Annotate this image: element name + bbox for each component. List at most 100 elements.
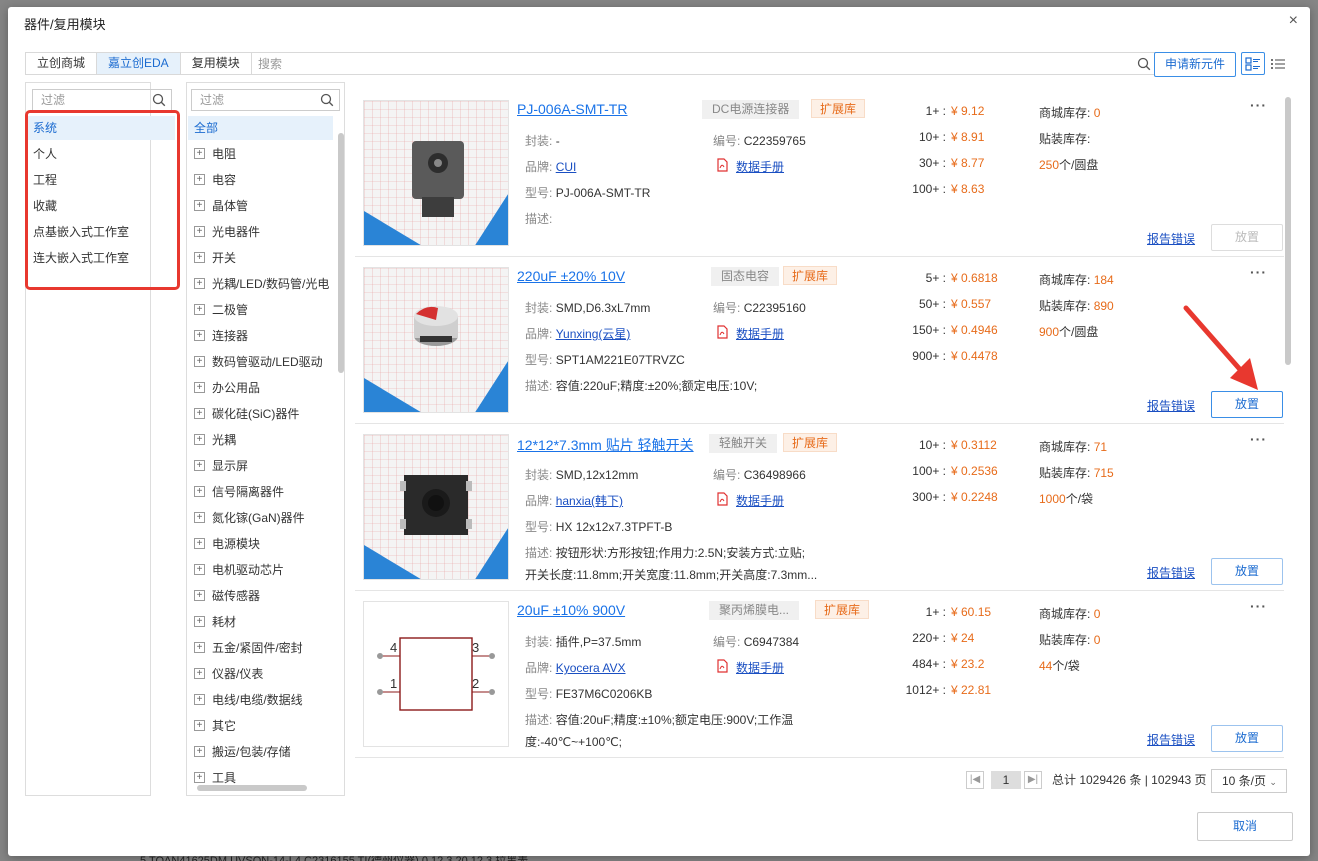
- part-name-link[interactable]: PJ-006A-SMT-TR: [517, 101, 627, 117]
- search-input[interactable]: [246, 53, 1159, 74]
- report-error-link[interactable]: 报告错误: [1147, 397, 1195, 414]
- part-name-link[interactable]: 20uF ±10% 900V: [517, 602, 625, 618]
- tab-reuse-module[interactable]: 复用模块: [181, 53, 252, 74]
- expand-icon[interactable]: +: [194, 616, 205, 627]
- place-button[interactable]: 放置: [1211, 391, 1283, 418]
- category-hscrollbar[interactable]: [197, 785, 307, 791]
- category-item-all[interactable]: 全部: [188, 116, 333, 140]
- category-item[interactable]: + 光耦/LED/数码管/光电: [188, 272, 333, 296]
- expand-icon[interactable]: +: [194, 278, 205, 289]
- part-name-link[interactable]: 220uF ±20% 10V: [517, 268, 625, 284]
- part-thumbnail[interactable]: [363, 434, 509, 580]
- expand-icon[interactable]: +: [194, 226, 205, 237]
- library-item-personal[interactable]: 个人: [27, 142, 177, 166]
- library-item-team-2[interactable]: 连大嵌入式工作室: [27, 246, 177, 270]
- expand-icon[interactable]: +: [194, 460, 205, 471]
- category-item[interactable]: + 电机驱动芯片: [188, 558, 333, 582]
- more-options-icon[interactable]: ···: [1250, 598, 1267, 614]
- place-button[interactable]: 放置: [1211, 224, 1283, 251]
- category-item[interactable]: + 光耦: [188, 428, 333, 452]
- report-error-link[interactable]: 报告错误: [1147, 230, 1195, 247]
- expand-icon[interactable]: +: [194, 486, 205, 497]
- current-page[interactable]: 1: [991, 771, 1021, 789]
- tab-lcsc[interactable]: 立创商城: [26, 53, 98, 74]
- expand-icon[interactable]: +: [194, 252, 205, 263]
- category-item[interactable]: + 数码管驱动/LED驱动: [188, 350, 333, 374]
- report-error-link[interactable]: 报告错误: [1147, 731, 1195, 748]
- category-item[interactable]: + 磁传感器: [188, 584, 333, 608]
- library-filter-input[interactable]: [33, 90, 171, 110]
- category-item[interactable]: + 开关: [188, 246, 333, 270]
- category-item[interactable]: + 氮化镓(GaN)器件: [188, 506, 333, 530]
- part-card[interactable]: 220uF ±20% 10V 固态电容 扩展库 封装: SMD,D6.3xL7m…: [355, 259, 1284, 424]
- close-icon[interactable]: ×: [1289, 12, 1298, 30]
- more-options-icon[interactable]: ···: [1250, 431, 1267, 447]
- expand-icon[interactable]: +: [194, 564, 205, 575]
- category-item[interactable]: + 办公用品: [188, 376, 333, 400]
- library-item-project[interactable]: 工程: [27, 168, 177, 192]
- library-item-favorites[interactable]: 收藏: [27, 194, 177, 218]
- part-card[interactable]: 4 3 1 2 20uF ±10% 900V 聚丙烯膜电... 扩展库 封装: 插件,…: [355, 593, 1284, 758]
- expand-icon[interactable]: +: [194, 304, 205, 315]
- next-page-button[interactable]: ▶|: [1024, 771, 1042, 789]
- category-item[interactable]: + 二极管: [188, 298, 333, 322]
- category-item[interactable]: + 耗材: [188, 610, 333, 634]
- category-item[interactable]: + 连接器: [188, 324, 333, 348]
- expand-icon[interactable]: +: [194, 148, 205, 159]
- category-item[interactable]: + 仪器/仪表: [188, 662, 333, 686]
- category-item[interactable]: + 碳化硅(SiC)器件: [188, 402, 333, 426]
- expand-icon[interactable]: +: [194, 200, 205, 211]
- library-item-team-1[interactable]: 点基嵌入式工作室: [27, 220, 177, 244]
- report-error-link[interactable]: 报告错误: [1147, 564, 1195, 581]
- more-options-icon[interactable]: ···: [1250, 97, 1267, 113]
- expand-icon[interactable]: +: [194, 408, 205, 419]
- expand-icon[interactable]: +: [194, 174, 205, 185]
- brand-link[interactable]: CUI: [556, 160, 577, 174]
- more-options-icon[interactable]: ···: [1250, 264, 1267, 280]
- results-scrollbar[interactable]: [1285, 97, 1291, 365]
- place-button[interactable]: 放置: [1211, 725, 1283, 752]
- search-icon[interactable]: [1137, 57, 1151, 71]
- category-item[interactable]: + 五金/紧固件/密封: [188, 636, 333, 660]
- tab-jlc-eda[interactable]: 嘉立创EDA: [97, 53, 181, 74]
- category-item[interactable]: + 光电器件: [188, 220, 333, 244]
- apply-new-component-button[interactable]: 申请新元件: [1154, 52, 1236, 77]
- part-name-link[interactable]: 12*12*7.3mm 贴片 轻触开关: [517, 435, 694, 455]
- category-item[interactable]: + 电线/电缆/数据线: [188, 688, 333, 712]
- category-item[interactable]: + 电容: [188, 168, 333, 192]
- expand-icon[interactable]: +: [194, 590, 205, 601]
- category-item[interactable]: + 搬运/包装/存储: [188, 740, 333, 764]
- category-item[interactable]: + 信号隔离器件: [188, 480, 333, 504]
- expand-icon[interactable]: +: [194, 694, 205, 705]
- expand-icon[interactable]: +: [194, 772, 205, 783]
- list-view-icon[interactable]: [1267, 52, 1289, 75]
- card-view-icon[interactable]: [1241, 52, 1265, 75]
- datasheet-link[interactable]: 数据手册: [736, 158, 784, 175]
- expand-icon[interactable]: +: [194, 356, 205, 367]
- cancel-button[interactable]: 取消: [1197, 812, 1293, 841]
- category-item[interactable]: + 显示屏: [188, 454, 333, 478]
- place-button[interactable]: 放置: [1211, 558, 1283, 585]
- category-item[interactable]: + 其它: [188, 714, 333, 738]
- expand-icon[interactable]: +: [194, 538, 205, 549]
- prev-page-button[interactable]: |◀: [966, 771, 984, 789]
- expand-icon[interactable]: +: [194, 746, 205, 757]
- library-item-system[interactable]: 系统: [27, 116, 175, 140]
- category-item[interactable]: + 电源模块: [188, 532, 333, 556]
- expand-icon[interactable]: +: [194, 512, 205, 523]
- part-thumbnail[interactable]: [363, 100, 509, 246]
- expand-icon[interactable]: +: [194, 642, 205, 653]
- category-scrollbar[interactable]: [338, 133, 344, 373]
- expand-icon[interactable]: +: [194, 720, 205, 731]
- datasheet-link[interactable]: 数据手册: [736, 492, 784, 509]
- part-thumbnail[interactable]: 4 3 1 2: [363, 601, 509, 747]
- datasheet-link[interactable]: 数据手册: [736, 325, 784, 342]
- category-filter-input[interactable]: [192, 90, 339, 110]
- part-card[interactable]: 12*12*7.3mm 贴片 轻触开关 轻触开关 扩展库 封装: SMD,12x…: [355, 426, 1284, 591]
- part-card[interactable]: PJ-006A-SMT-TR DC电源连接器 扩展库 封装: - 品牌: CUI…: [355, 92, 1284, 257]
- expand-icon[interactable]: +: [194, 434, 205, 445]
- expand-icon[interactable]: +: [194, 330, 205, 341]
- part-thumbnail[interactable]: [363, 267, 509, 413]
- datasheet-link[interactable]: 数据手册: [736, 659, 784, 676]
- category-item[interactable]: + 晶体管: [188, 194, 333, 218]
